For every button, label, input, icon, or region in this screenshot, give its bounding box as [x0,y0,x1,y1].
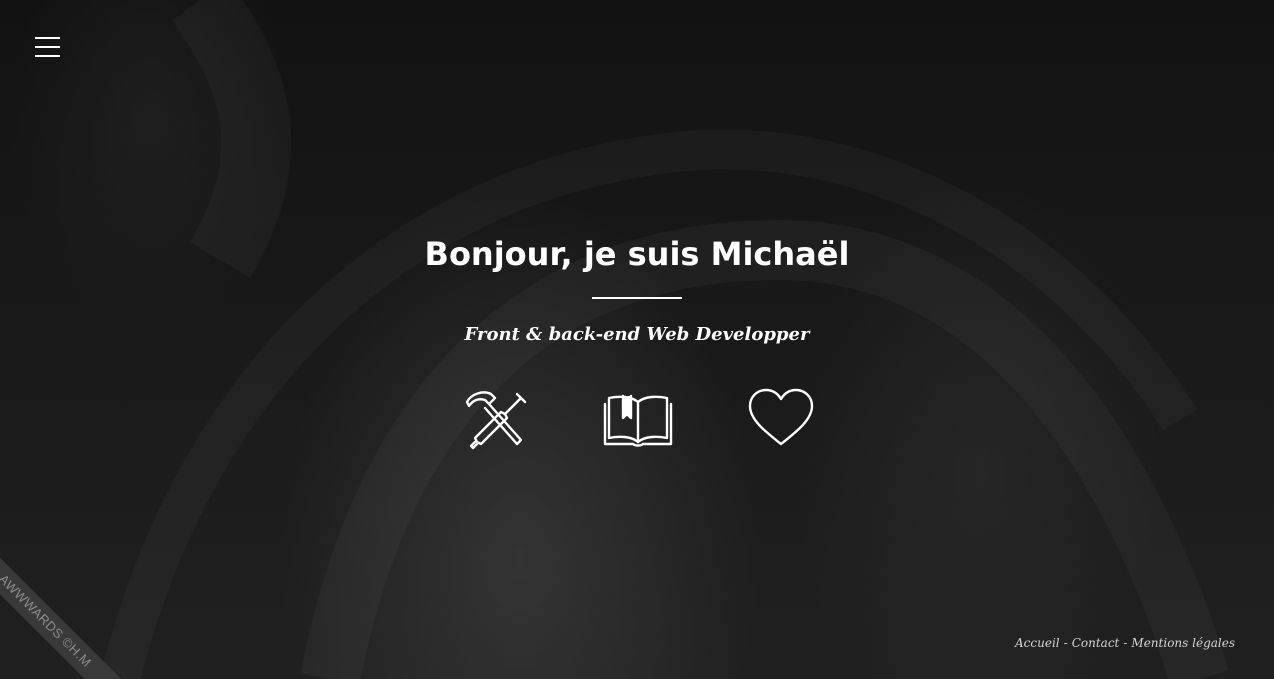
hamburger-menu-icon[interactable] [35,36,60,58]
menu-line [35,37,60,39]
footer-nav: Accueil - Contact - Mentions légales [1015,636,1235,650]
hero-section: Bonjour, je suis Michaël Front & back-en… [0,232,1274,347]
footer-link-contact[interactable]: Contact [1072,636,1120,650]
feature-icons [0,386,1274,458]
heart-icon[interactable] [746,386,816,450]
menu-line [35,55,60,57]
menu-line [35,46,60,48]
book-icon[interactable] [601,386,675,450]
page-title: Bonjour, je suis Michaël [424,235,850,273]
footer-separator: - [1123,636,1128,650]
title-divider [592,297,682,299]
tools-icon[interactable] [461,386,529,454]
page-subtitle: Front & back-end Web Developper [464,324,810,345]
footer-link-accueil[interactable]: Accueil [1015,636,1060,650]
footer-link-mentions-legales[interactable]: Mentions légales [1131,636,1235,650]
footer-separator: - [1063,636,1068,650]
